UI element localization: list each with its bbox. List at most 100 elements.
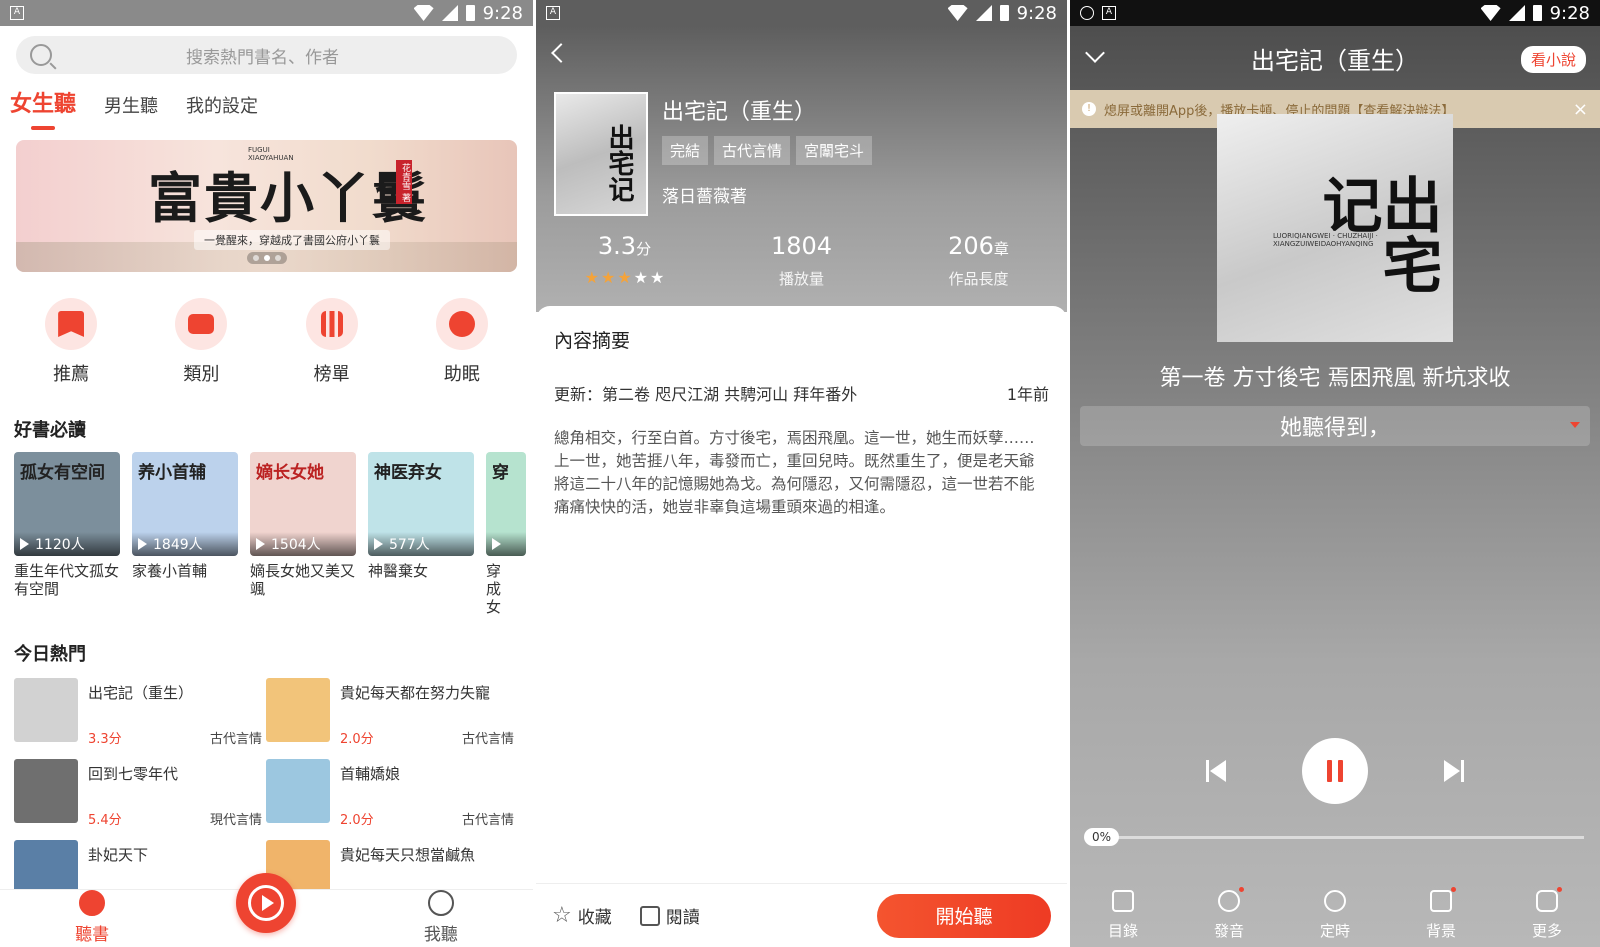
nav-my-listening[interactable]: 我聽 bbox=[401, 890, 481, 945]
start-listening-button[interactable]: 開始聽 bbox=[877, 893, 1051, 938]
book-cover: 嫡长女她 1504人 bbox=[250, 452, 356, 556]
tool-timer[interactable]: 定時 bbox=[1295, 890, 1375, 941]
stat-plays: 1804 播放量 bbox=[727, 232, 877, 289]
player-header: 出宅記（重生） 看小說 bbox=[1070, 26, 1600, 90]
pause-icon bbox=[1327, 760, 1332, 782]
progress-bar[interactable]: 0% bbox=[1084, 828, 1584, 846]
section-today-hot: 今日熱門 bbox=[14, 644, 86, 665]
recommend-icon bbox=[45, 298, 98, 350]
player-title: 出宅記（重生） bbox=[1251, 46, 1419, 75]
status-bar: A 9:28 bbox=[1070, 0, 1600, 26]
now-playing-button[interactable] bbox=[236, 873, 297, 933]
back-icon[interactable] bbox=[551, 43, 571, 63]
battery-icon bbox=[1532, 5, 1542, 21]
chapter-title: 第一卷 方寸後宅 焉困飛凰 新坑求收 bbox=[1159, 366, 1511, 391]
star-icon: ★ bbox=[600, 268, 616, 287]
chapters-value: 206 bbox=[948, 232, 994, 260]
hot-book-score: 3.3分 bbox=[88, 732, 122, 747]
pager-dot bbox=[252, 255, 259, 261]
star-rating: ★ ★ ★ ★ ★ bbox=[585, 268, 665, 287]
pause-button[interactable] bbox=[1302, 738, 1368, 804]
quick-recommend[interactable]: 推薦 bbox=[26, 298, 116, 386]
quick-label: 推薦 bbox=[53, 364, 90, 385]
progress-label[interactable]: 0% bbox=[1084, 828, 1120, 846]
book-card[interactable]: 孤女有空间 1120人 重生年代文孤女有空間 bbox=[14, 452, 120, 616]
cover-title: 孤女有空间 bbox=[20, 463, 105, 483]
tool-background-music[interactable]: 背景 bbox=[1401, 887, 1481, 941]
play-count bbox=[486, 532, 526, 556]
read-button[interactable]: 閱讀 bbox=[639, 903, 700, 928]
read-novel-button[interactable]: 看小說 bbox=[1520, 46, 1586, 73]
player-screen: A 9:28 出宅記（重生） 看小說 ! 熄屏或離開App後，播放卡頓、停止的問… bbox=[1070, 0, 1600, 947]
status-time: 9:28 bbox=[1549, 2, 1590, 24]
playback-controls bbox=[1070, 738, 1600, 804]
next-icon[interactable] bbox=[1442, 760, 1464, 782]
hot-book-item[interactable]: 回到七零年代 5.4分 現代言情 bbox=[14, 759, 266, 840]
book-cover: 孤女有空间 1120人 bbox=[14, 452, 120, 556]
quick-ranking[interactable]: 榜單 bbox=[287, 298, 377, 386]
hot-book-item[interactable]: 首輔嬌娘 2.0分 古代言情 bbox=[266, 759, 518, 840]
signal-icon bbox=[975, 5, 992, 21]
dropdown-arrow-icon bbox=[1570, 422, 1580, 428]
status-bar: A 9:28 bbox=[536, 0, 1067, 26]
search-bar[interactable]: 搜索熱門書名、作者 bbox=[16, 36, 517, 74]
book-card[interactable]: 神医弃女 577人 神醫棄女 bbox=[368, 452, 474, 616]
chapters-unit: 章 bbox=[993, 240, 1009, 258]
stat-score: 3.3分 ★ ★ ★ ★ ★ bbox=[550, 232, 700, 289]
tool-catalog[interactable]: 目錄 bbox=[1083, 890, 1163, 941]
hot-book-item[interactable]: 出宅記（重生） 3.3分 古代言情 bbox=[14, 678, 266, 759]
tool-voice[interactable]: 發音 bbox=[1189, 887, 1269, 941]
alarm-clock-icon bbox=[1324, 890, 1346, 912]
tag[interactable]: 古代言情 bbox=[714, 136, 791, 165]
star-icon: ★ bbox=[617, 268, 632, 287]
quick-category[interactable]: 類別 bbox=[156, 298, 246, 386]
hot-book-title: 回到七零年代 bbox=[88, 765, 179, 783]
current-text-line[interactable]: 她聽得到， bbox=[1080, 406, 1590, 446]
hot-book-item[interactable]: 貴妃每天都在努力失寵 2.0分 古代言情 bbox=[266, 678, 518, 759]
quick-sleep[interactable]: 助眠 bbox=[417, 298, 507, 386]
signal-icon bbox=[1508, 5, 1525, 21]
tab-male[interactable]: 男生聽 bbox=[104, 92, 158, 126]
tab-female[interactable]: 女生聽 bbox=[10, 86, 76, 130]
cover-title: 穿 bbox=[492, 463, 509, 483]
close-icon[interactable]: × bbox=[1573, 99, 1588, 120]
book-cover: 出宅记 bbox=[554, 92, 648, 216]
hot-book-cover bbox=[266, 759, 330, 823]
hot-book-category: 古代言情 bbox=[461, 813, 514, 828]
current-text: 她聽得到， bbox=[1279, 416, 1390, 441]
collapse-chevron-icon[interactable] bbox=[1085, 43, 1105, 63]
sleep-moon-icon bbox=[435, 298, 488, 350]
cover-title: 出宅记 bbox=[604, 124, 634, 202]
progress-track[interactable] bbox=[1115, 835, 1584, 839]
play-count: 577人 bbox=[368, 532, 474, 556]
star-icon: ★ bbox=[650, 268, 665, 287]
app-notification-icon: A bbox=[546, 6, 560, 20]
promo-banner[interactable]: FUGUI XIAOYAHUAN 富貴小丫鬟 花青雪 著 一覺醒來，穿越成了書國… bbox=[16, 140, 517, 272]
grid-icon bbox=[1536, 887, 1562, 912]
book-tags: 完結 古代言情 宮闈宅斗 bbox=[662, 136, 873, 165]
detail-screen: A 9:28 出宅记 出宅記（重生） 完結 古代言情 宮闈宅斗 落日薔薇著 3.… bbox=[536, 0, 1067, 947]
play-icon bbox=[138, 538, 147, 550]
cover-title: 养小首辅 bbox=[138, 463, 206, 483]
book-card[interactable]: 养小首辅 1849人 家養小首輔 bbox=[132, 452, 238, 616]
summary-panel: 內容摘要 更新：第二卷 咫尺江湖 共騁河山 拜年番外 1年前 總角相交，行至白首… bbox=[536, 306, 1067, 886]
update-text: 更新：第二卷 咫尺江湖 共騁河山 拜年番外 bbox=[554, 385, 858, 404]
book-author[interactable]: 落日薔薇著 bbox=[662, 182, 747, 207]
quick-label: 類別 bbox=[183, 364, 220, 385]
play-count: 1849人 bbox=[132, 532, 238, 556]
book-card[interactable]: 穿 穿成女 bbox=[486, 452, 526, 616]
nav-listen-books[interactable]: 聽書 bbox=[52, 890, 132, 945]
book-card[interactable]: 嫡长女她 1504人 嫡長女她又美又颯 bbox=[250, 452, 356, 616]
tab-my-settings[interactable]: 我的設定 bbox=[186, 92, 258, 126]
previous-icon[interactable] bbox=[1206, 760, 1228, 782]
tag[interactable]: 完結 bbox=[662, 136, 709, 165]
latest-update[interactable]: 更新：第二卷 咫尺江湖 共騁河山 拜年番外 1年前 bbox=[554, 381, 1049, 405]
collect-button[interactable]: ☆ 收藏 bbox=[552, 903, 612, 928]
play-count: 1120人 bbox=[14, 532, 120, 556]
tool-more[interactable]: 更多 bbox=[1507, 887, 1587, 941]
info-icon: ! bbox=[1082, 102, 1096, 116]
tag[interactable]: 宮闈宅斗 bbox=[796, 136, 873, 165]
pager-dot bbox=[274, 255, 281, 261]
home-screen: A 9:28 搜索熱門書名、作者 女生聽 男生聽 我的設定 FUGUI XIAO… bbox=[0, 0, 533, 947]
hot-book-category: 現代言情 bbox=[209, 813, 262, 828]
